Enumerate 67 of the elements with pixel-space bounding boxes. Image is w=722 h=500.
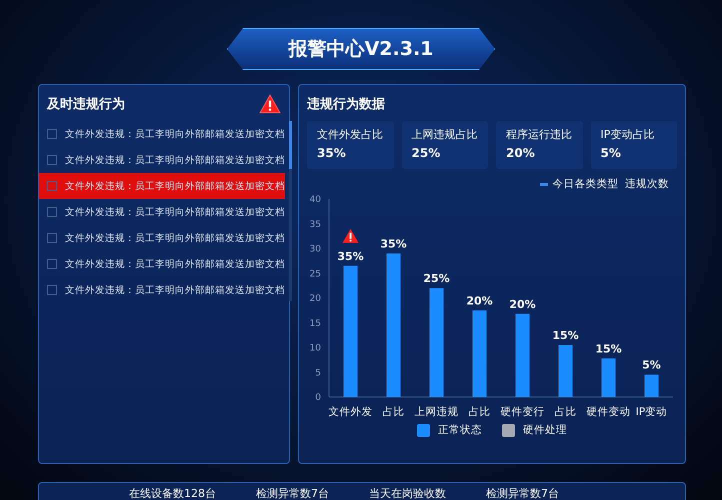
- value-label: 15%: [595, 342, 622, 356]
- axis-tick-label: 25: [310, 269, 321, 280]
- axis-tick-label: 10: [310, 344, 321, 354]
- legend-swatch: [417, 424, 430, 436]
- category-label: 占比: [468, 406, 490, 418]
- alert-text: 文件外发违规：员工李明向外部邮箱发送加密文档: [65, 180, 285, 192]
- stat-value: 25%: [412, 146, 442, 160]
- legend-label: 硬件处理: [523, 423, 567, 437]
- alert-row[interactable]: 文件外发违规：员工李明向外部邮箱发送加密文档: [39, 251, 285, 277]
- checkbox[interactable]: [47, 233, 57, 243]
- checkbox[interactable]: [47, 155, 57, 165]
- checkbox[interactable]: [47, 129, 57, 139]
- axis-tick-label: 30: [310, 244, 321, 254]
- status-text: 当天在岗验收数: [369, 486, 446, 500]
- axis-tick-label: 35: [310, 220, 321, 230]
- category-label: 上网违规: [414, 406, 458, 418]
- checkbox[interactable]: [47, 259, 57, 269]
- alert-text: 文件外发违规：员工李明向外部邮箱发送加密文档: [65, 232, 285, 244]
- title-banner: 报警中心V2.3.1: [227, 28, 495, 70]
- alert-text: 文件外发违规：员工李明向外部邮箱发送加密文档: [65, 258, 285, 270]
- stat-value: 20%: [506, 146, 536, 160]
- category-label: 占比: [554, 406, 576, 418]
- scrollbar[interactable]: [289, 121, 292, 301]
- panel-title: 及时违规行为: [47, 96, 125, 113]
- category-label: 硬件变动: [586, 406, 630, 418]
- stat-value: 35%: [317, 146, 347, 160]
- category-label: 硬件变行: [500, 406, 544, 418]
- alert-row[interactable]: 文件外发违规：员工李明向外部邮箱发送加密文档: [39, 173, 285, 199]
- value-label: 25%: [423, 272, 450, 286]
- alert-text: 文件外发违规：员工李明向外部邮箱发送加密文档: [65, 284, 285, 296]
- legend-label: 正常状态: [438, 423, 482, 437]
- axis-tick-label: 40: [310, 195, 321, 205]
- alert-row[interactable]: 文件外发违规：员工李明向外部邮箱发送加密文档: [39, 277, 285, 303]
- alert-text: 文件外发违规：员工李明向外部邮箱发送加密文档: [65, 154, 285, 166]
- category-label: 占比: [382, 406, 404, 418]
- value-label: 35%: [380, 237, 407, 250]
- axis-tick-label: 20: [310, 294, 321, 304]
- category-label: IP变动: [636, 406, 668, 418]
- stat-label: 上网违规占比: [412, 127, 478, 142]
- axis-tick-label: 15: [310, 318, 321, 329]
- stat-label: IP变动占比: [600, 127, 656, 142]
- alert-text: 文件外发违规：员工李明向外部邮箱发送加密文档: [65, 128, 285, 140]
- alert-row[interactable]: 文件外发违规：员工李明向外部邮箱发送加密文档: [39, 199, 285, 225]
- value-label: 20%: [509, 298, 536, 311]
- value-label: 15%: [552, 329, 579, 342]
- legend-label: 今日各类类型 违规次数: [552, 177, 669, 191]
- category-label: 文件外发: [328, 406, 372, 418]
- alert-row[interactable]: 文件外发违规：员工李明向外部邮箱发送加密文档: [39, 121, 285, 147]
- axis-tick-label: 5: [315, 368, 321, 378]
- alert-row[interactable]: 文件外发违规：员工李明向外部邮箱发送加密文档: [39, 147, 285, 173]
- value-label: 20%: [466, 294, 493, 308]
- value-label: 5%: [642, 358, 661, 372]
- checkbox[interactable]: [47, 181, 57, 191]
- status-text: 在线设备数128台: [129, 486, 216, 500]
- panel-title: 违规行为数据: [307, 96, 385, 113]
- status-text: 检测异常数7台: [256, 486, 329, 500]
- value-label: 35%: [337, 250, 364, 263]
- stat-value: 5%: [600, 146, 622, 160]
- legend-swatch: [502, 424, 515, 436]
- axis-tick-label: 0: [315, 393, 321, 403]
- alert-row[interactable]: 文件外发违规：员工李明向外部邮箱发送加密文档: [39, 225, 285, 251]
- stat-label: 文件外发占比: [317, 127, 384, 142]
- status-text: 检测异常数7台: [486, 486, 559, 500]
- checkbox[interactable]: [47, 285, 57, 295]
- stat-label: 程序运行违比: [506, 127, 572, 142]
- alert-text: 文件外发违规：员工李明向外部邮箱发送加密文档: [65, 206, 285, 218]
- checkbox[interactable]: [47, 207, 57, 217]
